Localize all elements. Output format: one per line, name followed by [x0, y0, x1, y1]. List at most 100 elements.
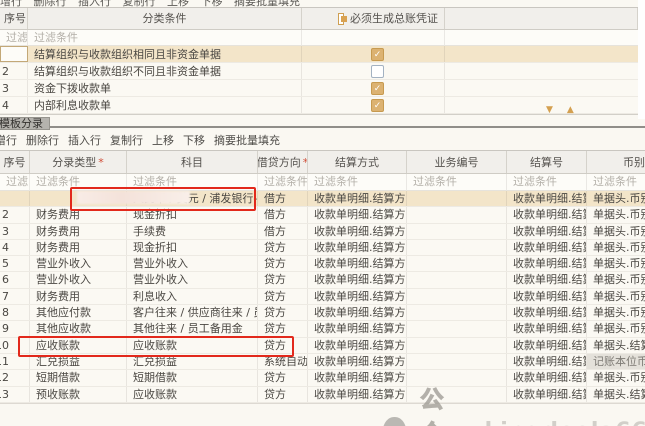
col-header-seq[interactable]: 序号: [0, 8, 28, 29]
entry-cell-direction[interactable]: 贷方: [258, 289, 308, 304]
entry-cell-type[interactable]: 财务费用: [30, 240, 127, 255]
entry-cell-currency[interactable]: 单据头.币别: [587, 289, 645, 304]
entry-cell-currency[interactable]: 单据头.币别: [587, 256, 645, 271]
checkbox-icon[interactable]: [371, 65, 384, 78]
classification-row[interactable]: 3资金下拨收款单✓: [0, 80, 638, 97]
entry-cell-settle_no[interactable]: 收款单明细.结算号: [507, 240, 587, 255]
entry-cell-type[interactable]: 短期借款: [30, 370, 127, 385]
toolbar-button-2[interactable]: 插入行: [68, 131, 101, 150]
entry-cell-direction[interactable]: 贷方: [258, 370, 308, 385]
entry-cell-biz_no[interactable]: [407, 207, 507, 222]
entry-cell-settle_method[interactable]: 收款单明细.结算方式: [308, 191, 407, 206]
entry-cell-direction[interactable]: 贷方: [258, 321, 308, 336]
entry-cell-type[interactable]: 其他应收款: [30, 321, 127, 336]
col-header-type[interactable]: 分录类型 *: [30, 151, 127, 173]
checkbox-icon[interactable]: ✓: [371, 82, 384, 95]
entry-cell-currency[interactable]: 单据头.币别: [587, 305, 645, 320]
entry-row[interactable]: 7财务费用利息收入贷方收款单明细.结算方式收款单明细.结算号单据头.币别: [0, 289, 645, 305]
entry-cell-settle_no[interactable]: 收款单明细.结算号: [507, 338, 587, 353]
entry-cell-settle_no[interactable]: 收款单明细.结算号: [507, 305, 587, 320]
classification-condition[interactable]: 内部利息收款单: [28, 97, 302, 113]
filter-biz_no[interactable]: 过滤条件: [407, 174, 507, 191]
entry-cell-biz_no[interactable]: [407, 354, 507, 369]
toolbar-button-6[interactable]: 摘要批量填充: [214, 131, 280, 150]
entry-cell-settle_method[interactable]: 收款单明细.结算方式: [308, 256, 407, 271]
filter-seq[interactable]: 过滤...: [0, 174, 30, 191]
entry-row[interactable]: 5营业外收入营业外收入贷方收款单明细.结算方式收款单明细.结算号单据头.币别: [0, 256, 645, 272]
entry-cell-direction[interactable]: 借方: [258, 224, 308, 239]
checkbox-icon[interactable]: ✓: [371, 99, 384, 112]
entry-cell-currency[interactable]: 单据头.币别: [587, 191, 645, 206]
entry-cell-currency[interactable]: 单据头.币别: [587, 321, 645, 336]
filter-must-generate[interactable]: [302, 30, 445, 46]
entry-cell-direction[interactable]: 贷方: [258, 240, 308, 255]
entry-cell-biz_no[interactable]: [407, 224, 507, 239]
classification-row[interactable]: 结算组织与收款组织相同且非资金单据 ✓: [0, 46, 638, 63]
entry-cell-direction[interactable]: 借方: [258, 191, 308, 206]
entry-cell-direction[interactable]: 贷方: [258, 305, 308, 320]
col-header-direction[interactable]: 借贷方向 *: [258, 151, 308, 173]
checkbox-icon[interactable]: ✓: [371, 48, 384, 61]
toolbar-button-3[interactable]: 复制行: [110, 131, 143, 150]
col-header-subject[interactable]: 科目: [127, 151, 258, 173]
entry-cell-settle_method[interactable]: 收款单明细.结算方式: [308, 240, 407, 255]
entry-cell-type[interactable]: 预收账款: [30, 387, 127, 402]
entry-cell-settle_no[interactable]: 收款单明细.结算号: [507, 272, 587, 287]
toolbar-button-0[interactable]: 增行: [0, 131, 17, 150]
col-header-settle_no[interactable]: 结算号: [507, 151, 587, 173]
toolbar-button-1[interactable]: 删除行: [26, 131, 59, 150]
move-down-icon[interactable]: ▼: [546, 105, 567, 115]
entry-cell-direction[interactable]: 贷方: [258, 272, 308, 287]
entry-cell-currency[interactable]: 单据头.币别: [587, 240, 645, 255]
entry-cell-currency[interactable]: 单据头.结算币别: [587, 338, 645, 353]
col-header-currency[interactable]: 币别: [587, 151, 645, 173]
col-header-settle_method[interactable]: 结算方式: [308, 151, 407, 173]
classification-condition[interactable]: 结算组织与收款组织相同且非资金单据: [28, 46, 302, 62]
entry-cell-subject[interactable]: 营业外收入: [127, 272, 258, 287]
classification-condition[interactable]: 资金下拨收款单: [28, 80, 302, 96]
entry-cell-subject[interactable]: 短期借款: [127, 370, 258, 385]
classification-row[interactable]: 2结算组织与收款组织不同且非资金单据: [0, 63, 638, 80]
entry-cell-settle_method[interactable]: 收款单明细.结算方式: [308, 289, 407, 304]
entry-cell-biz_no[interactable]: [407, 191, 507, 206]
filter-condition[interactable]: 过滤条件: [28, 30, 302, 46]
entry-cell-direction[interactable]: 贷方: [258, 256, 308, 271]
col-header-condition[interactable]: 分类条件: [28, 8, 302, 29]
entry-cell-settle_method[interactable]: 收款单明细.结算方式: [308, 354, 407, 369]
entry-cell-settle_no[interactable]: 收款单明细.结算号: [507, 289, 587, 304]
filter-seq[interactable]: 过滤...: [0, 30, 28, 46]
entry-cell-type[interactable]: 营业外收入: [30, 272, 127, 287]
entry-cell-biz_no[interactable]: [407, 321, 507, 336]
entry-row[interactable]: 4财务费用现金折扣贷方收款单明细.结算方式收款单明细.结算号单据头.币别: [0, 240, 645, 256]
entry-cell-settle_no[interactable]: 收款单明细.结算号: [507, 191, 587, 206]
move-up-icon[interactable]: ▲: [567, 105, 588, 115]
entry-cell-subject[interactable]: 利息收入: [127, 289, 258, 304]
col-header-biz_no[interactable]: 业务编号: [407, 151, 507, 173]
filter-currency[interactable]: 过滤条件: [587, 174, 645, 191]
entry-row[interactable]: 6营业外收入营业外收入贷方收款单明细.结算方式收款单明细.结算号单据头.币别: [0, 272, 645, 288]
entry-cell-settle_no[interactable]: 收款单明细.结算号: [507, 256, 587, 271]
tri-state-checkbox-icon[interactable]: [338, 13, 344, 25]
entry-cell-settle_no[interactable]: 收款单明细.结算号: [507, 207, 587, 222]
filter-settle_no[interactable]: 过滤条件: [507, 174, 587, 191]
entry-cell-direction[interactable]: 借方: [258, 207, 308, 222]
entry-row[interactable]: 8其他应付款客户往来 / 供应商往来 / 员工...贷方收款单明细.结算方式收款…: [0, 305, 645, 321]
entry-cell-type[interactable]: 财务费用: [30, 289, 127, 304]
filter-direction[interactable]: 过滤条件: [258, 174, 308, 191]
entry-cell-currency[interactable]: 单据头.币别: [587, 272, 645, 287]
entry-cell-subject[interactable]: 其他往来 / 员工备用金: [127, 321, 258, 336]
entry-cell-currency[interactable]: 记账本位币: [587, 354, 645, 369]
col-header-must-generate[interactable]: 必须生成总账凭证: [302, 8, 445, 29]
entry-cell-settle_no[interactable]: 收款单明细.结算号: [507, 224, 587, 239]
classification-condition[interactable]: 结算组织与收款组织不同且非资金单据: [28, 63, 302, 79]
entry-cell-currency[interactable]: 单据头.币别: [587, 207, 645, 222]
tab-template-entries[interactable]: 模板分录: [0, 117, 50, 130]
entry-cell-subject[interactable]: 应收账款: [127, 387, 258, 402]
entry-cell-subject[interactable]: 手续费: [127, 224, 258, 239]
toolbar-button-5[interactable]: 下移: [183, 131, 205, 150]
entry-cell-direction[interactable]: 贷方: [258, 387, 308, 402]
entry-cell-settle_method[interactable]: 收款单明细.结算方式: [308, 207, 407, 222]
entry-cell-settle_method[interactable]: 收款单明细.结算方式: [308, 305, 407, 320]
entry-cell-biz_no[interactable]: [407, 256, 507, 271]
entry-cell-biz_no[interactable]: [407, 305, 507, 320]
